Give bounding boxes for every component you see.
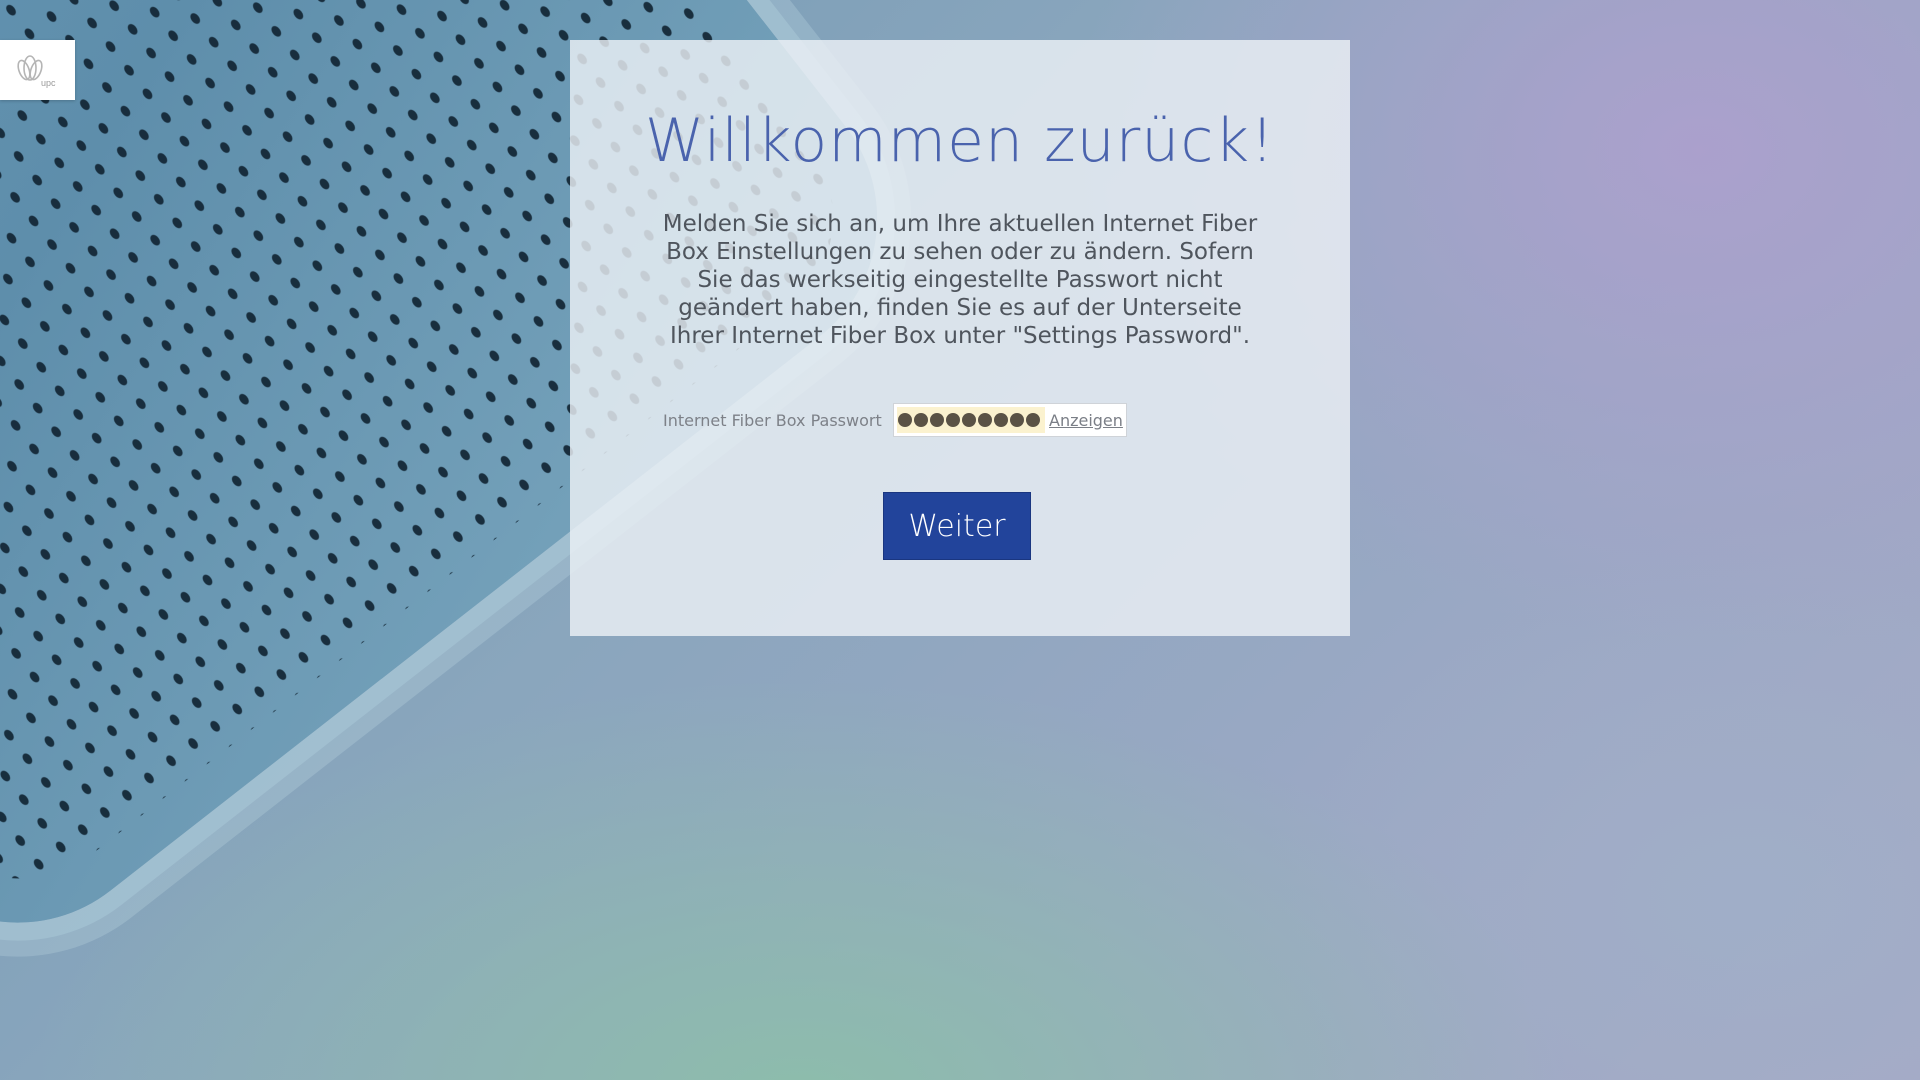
login-description: Melden Sie sich an, um Ihre aktuellen In… xyxy=(662,211,1258,349)
password-field-box: Anzeigen xyxy=(893,403,1127,437)
submit-button[interactable]: Weiter xyxy=(883,492,1031,560)
password-label: Internet Fiber Box Passwort xyxy=(663,410,882,430)
show-password-link[interactable]: Anzeigen xyxy=(1049,411,1123,430)
password-input[interactable] xyxy=(897,407,1045,433)
logo-text: upc xyxy=(41,78,56,88)
password-row: Internet Fiber Box Passwort Anzeigen xyxy=(663,403,1127,437)
upc-logo: upc xyxy=(0,40,75,100)
page-title: Willkommen zurück! xyxy=(644,106,1276,176)
login-panel: Willkommen zurück! Melden Sie sich an, u… xyxy=(570,40,1350,636)
